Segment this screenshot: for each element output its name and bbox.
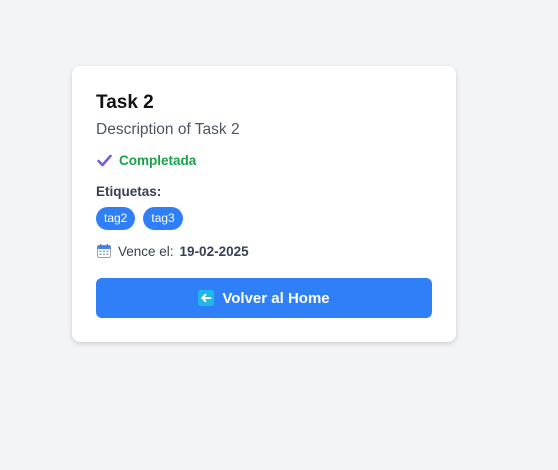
check-icon: [96, 152, 113, 169]
back-arrow-icon: [198, 290, 215, 306]
calendar-icon: [96, 243, 112, 259]
task-status: Completada: [96, 152, 196, 169]
task-description: Description of Task 2: [96, 121, 240, 138]
task-title: Task 2: [96, 92, 154, 113]
due-date-prefix: Vence el:: [118, 243, 174, 259]
tag-list: tag2 tag3: [96, 207, 183, 230]
due-date-value: 19-02-2025: [179, 243, 249, 259]
tag-badge[interactable]: tag2: [96, 207, 136, 230]
back-home-button[interactable]: Volver al Home: [96, 278, 432, 318]
tags-label: Etiquetas:: [96, 184, 162, 199]
tag-badge[interactable]: tag3: [143, 207, 183, 230]
back-home-label: Volver al Home: [222, 289, 330, 307]
task-detail-card: Task 2 Description of Task 2 Completada …: [72, 66, 456, 342]
status-label: Completada: [119, 153, 197, 168]
due-date-row: Vence el: 19-02-2025: [96, 243, 249, 259]
